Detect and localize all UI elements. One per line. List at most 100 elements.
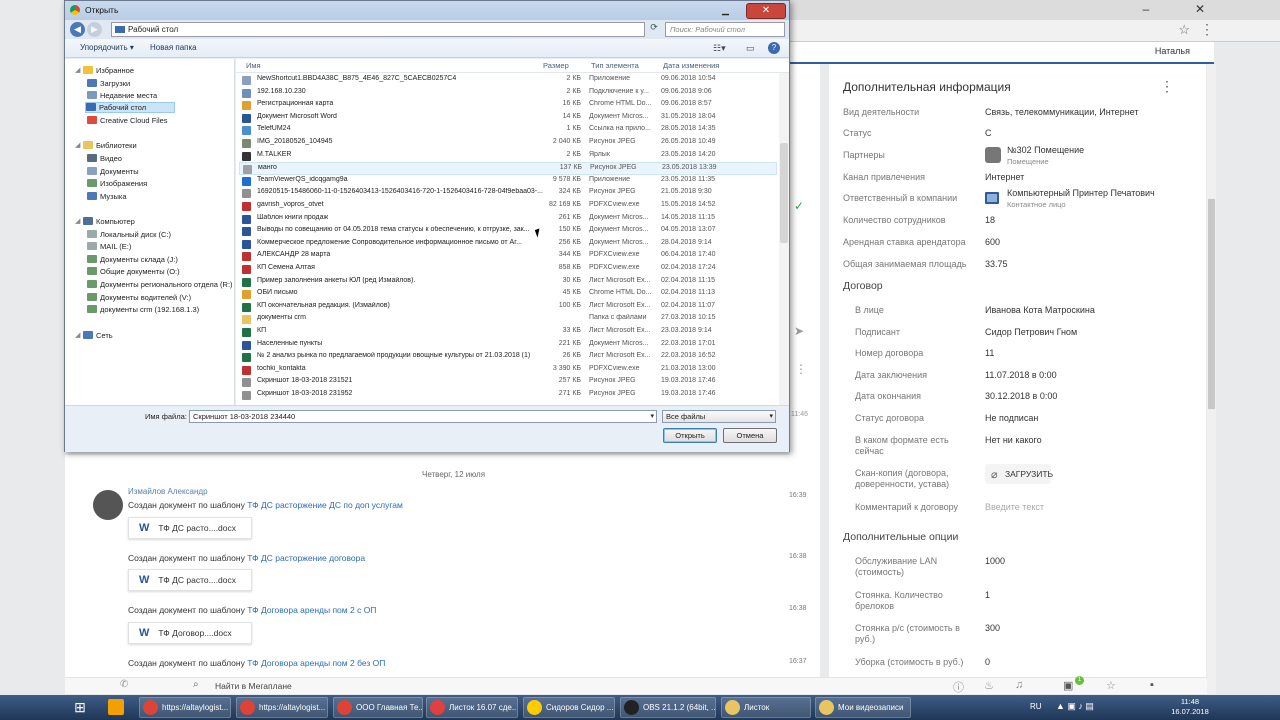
- nav-drive-c[interactable]: Локальный диск (C:): [87, 230, 171, 239]
- taskbar-item[interactable]: https://altaylogist...: [236, 697, 328, 718]
- nav-computer[interactable]: Компьютер: [83, 217, 135, 226]
- dropdown-arrow-icon[interactable]: ▾: [769, 411, 773, 422]
- file-row[interactable]: Населенные пункты 221 КБ Документ Micros..…: [239, 339, 777, 352]
- field-value[interactable]: 1: [985, 590, 990, 601]
- doc-attachment[interactable]: W ТФ ДС расто....docx: [128, 569, 252, 591]
- dropdown-arrow-icon[interactable]: ▾: [650, 411, 654, 422]
- file-row[interactable]: Шаблон книги продаж 261 КБ Документ Micros…: [239, 213, 777, 226]
- address-bar[interactable]: Рабочий стол: [111, 22, 645, 37]
- field-value[interactable]: С: [985, 128, 992, 139]
- megaplan-search-input[interactable]: Найти в Мегаплане: [215, 681, 292, 691]
- nav-libraries[interactable]: Библиотеки: [83, 141, 137, 150]
- bookmark-star-icon[interactable]: ☆: [1178, 22, 1190, 38]
- browser-close-button[interactable]: ✕: [1188, 0, 1212, 18]
- col-name[interactable]: Имя: [246, 61, 261, 70]
- dialog-search-input[interactable]: Поиск: Рабочий стол: [665, 22, 785, 37]
- partner-link[interactable]: №302 Помещение Помещение: [1007, 145, 1084, 167]
- new-folder-button[interactable]: Новая папка: [150, 43, 197, 52]
- cancel-button[interactable]: Отмена: [723, 428, 777, 443]
- taskbar-item[interactable]: Листок 16.07 сде...: [426, 697, 518, 718]
- upload-button[interactable]: ⌀ ЗАГРУЗИТЬ: [985, 464, 1053, 484]
- doc-attachment[interactable]: W ТФ ДС расто....docx: [128, 517, 252, 539]
- file-row[interactable]: Скриншот 18-03-2018 231521 257 КБ Рисунок …: [239, 376, 777, 389]
- nav-images[interactable]: Изображения: [87, 179, 147, 188]
- template-link[interactable]: ТФ Договора аренды пом 2 без ОП: [247, 658, 385, 668]
- field-value[interactable]: 33.75: [985, 259, 1008, 270]
- template-link[interactable]: ТФ ДС расторжение договора: [247, 553, 365, 563]
- nav-creative-cloud[interactable]: Creative Cloud Files: [87, 116, 168, 125]
- file-row[interactable]: АЛЕКСАНДР 28 марта 344 КБ PDFXCview.exe 06.…: [239, 250, 777, 263]
- filename-input[interactable]: Скриншот 18-03-2018 234440 ▾: [189, 410, 657, 423]
- file-row[interactable]: манго 137 КБ Рисунок JPEG 23.05.2018 13:39: [239, 162, 777, 175]
- filetype-select[interactable]: Все файлы ▾: [662, 410, 776, 423]
- doc-attachment[interactable]: W ТФ Договор....docx: [128, 622, 252, 644]
- user-name[interactable]: Наталья: [1155, 46, 1190, 56]
- send-icon[interactable]: ➤: [794, 324, 804, 338]
- dialog-minimize-icon[interactable]: ▁: [722, 5, 729, 16]
- file-row[interactable]: Регистрационная карта 16 КБ Chrome HTML Do…: [239, 99, 777, 112]
- pinned-app-icon[interactable]: [108, 699, 124, 715]
- browser-menu-icon[interactable]: ⋮: [1200, 21, 1214, 38]
- file-row[interactable]: tochki_kontakta 3 390 КБ PDFXCview.exe 21.0…: [239, 364, 777, 377]
- taskbar-item[interactable]: Мои видеозаписи: [815, 697, 911, 718]
- file-row[interactable]: gavrish_vopros_otvet 82 169 КБ PDFXCview.e…: [239, 200, 777, 213]
- scrollbar-thumb[interactable]: [780, 143, 788, 243]
- file-row[interactable]: КП окончательная редакция. (Измайлов) 100…: [239, 301, 777, 314]
- bell-icon[interactable]: ♫: [1015, 679, 1023, 691]
- nav-drive-r[interactable]: Документы регионального отдела (R:): [87, 280, 233, 289]
- nav-crm-share[interactable]: документы crm (192.168.1.3): [87, 305, 199, 314]
- nav-drive-o[interactable]: Общие документы (O:): [87, 267, 180, 276]
- field-value[interactable]: 0: [985, 657, 990, 668]
- author-avatar[interactable]: [93, 490, 123, 520]
- field-value[interactable]: Нет ни какого: [985, 435, 1042, 446]
- expand-arrow-icon[interactable]: ◢: [75, 141, 80, 149]
- nav-downloads[interactable]: Загрузки: [87, 79, 130, 88]
- file-row[interactable]: документы crm Папка с файлами 27.03.2018 1…: [239, 313, 777, 326]
- template-link[interactable]: ТФ Договора аренды пом 2 с ОП: [247, 605, 376, 615]
- favorites-star-icon[interactable]: ☆: [1106, 679, 1116, 692]
- dialog-titlebar[interactable]: Открыть ▁ ✕: [65, 1, 789, 20]
- organize-button[interactable]: Упорядочить ▾: [80, 43, 134, 52]
- minimize-button[interactable]: –: [1134, 0, 1158, 18]
- file-row[interactable]: Коммерческое предложение Сопроводительно…: [239, 238, 777, 251]
- file-row[interactable]: M.TALKER 2 КБ Ярлык 23.05.2018 14:20: [239, 150, 777, 163]
- fire-icon[interactable]: ♨: [984, 679, 994, 692]
- alert-icon[interactable]: ⓘ: [953, 679, 964, 695]
- file-row[interactable]: № 2 анализ рынка по предлагаемой продукц…: [239, 351, 777, 364]
- open-button[interactable]: Открыть: [663, 428, 717, 443]
- field-value[interactable]: Сидор Петрович Гном: [985, 327, 1077, 338]
- clock[interactable]: 11:48 16.07.2018: [1168, 697, 1212, 717]
- file-list-scrollbar[interactable]: [779, 73, 789, 405]
- file-row[interactable]: IMG_20180526_104945 2 040 КБ Рисунок JPEG 2…: [239, 137, 777, 150]
- page-scrollbar[interactable]: [1207, 64, 1216, 694]
- tray-icons[interactable]: ▲ ▣ ♪ ▤: [1056, 701, 1094, 712]
- file-row[interactable]: Пример заполнения анкеты ЮЛ (ред Измайло…: [239, 276, 777, 289]
- nav-music[interactable]: Музыка: [87, 192, 127, 201]
- responsible-link[interactable]: Компьютерный Принтер Печатович Контактное…: [1007, 188, 1155, 210]
- back-button[interactable]: ◀: [70, 22, 85, 37]
- col-type[interactable]: Тип элемента: [591, 61, 639, 70]
- file-row[interactable]: TelefUM24 1 КБ Ссылка на прило... 28.05.201…: [239, 124, 777, 137]
- template-link[interactable]: ТФ ДС расторжение ДС по доп услугам: [247, 500, 403, 510]
- start-button[interactable]: ⊞: [66, 695, 94, 720]
- field-value[interactable]: Не подписан: [985, 413, 1038, 424]
- check-list-icon[interactable]: ✓: [794, 199, 804, 213]
- forward-button[interactable]: ▶: [87, 22, 102, 37]
- field-value[interactable]: 600: [985, 237, 1000, 248]
- comment-field[interactable]: Введите текст: [985, 502, 1044, 513]
- file-row[interactable]: 192.168.10.230 2 КБ Подключение к у... 09.0…: [239, 87, 777, 100]
- more-vertical-icon[interactable]: ⋮: [795, 362, 807, 376]
- file-row[interactable]: ОБИ письмо 45 КБ Chrome HTML Do... 02.04.20…: [239, 288, 777, 301]
- file-row[interactable]: Документ Microsoft Word 14 КБ Документ Mic…: [239, 112, 777, 125]
- nav-drive-v[interactable]: Документы водителей (V:): [87, 293, 191, 302]
- field-value[interactable]: 18: [985, 215, 995, 226]
- field-value[interactable]: Интернет: [985, 172, 1024, 183]
- field-value[interactable]: 11: [985, 348, 994, 359]
- field-value[interactable]: 1000: [985, 556, 1005, 567]
- field-value[interactable]: 300: [985, 623, 1000, 634]
- help-icon[interactable]: ?: [768, 42, 780, 54]
- col-date[interactable]: Дата изменения: [663, 61, 719, 70]
- scrollbar-thumb[interactable]: [1208, 199, 1215, 409]
- nav-desktop[interactable]: Рабочий стол: [85, 102, 176, 113]
- file-row[interactable]: NewShortcut1.BBD4A38C_B875_4E46_827C_5CA…: [239, 74, 777, 87]
